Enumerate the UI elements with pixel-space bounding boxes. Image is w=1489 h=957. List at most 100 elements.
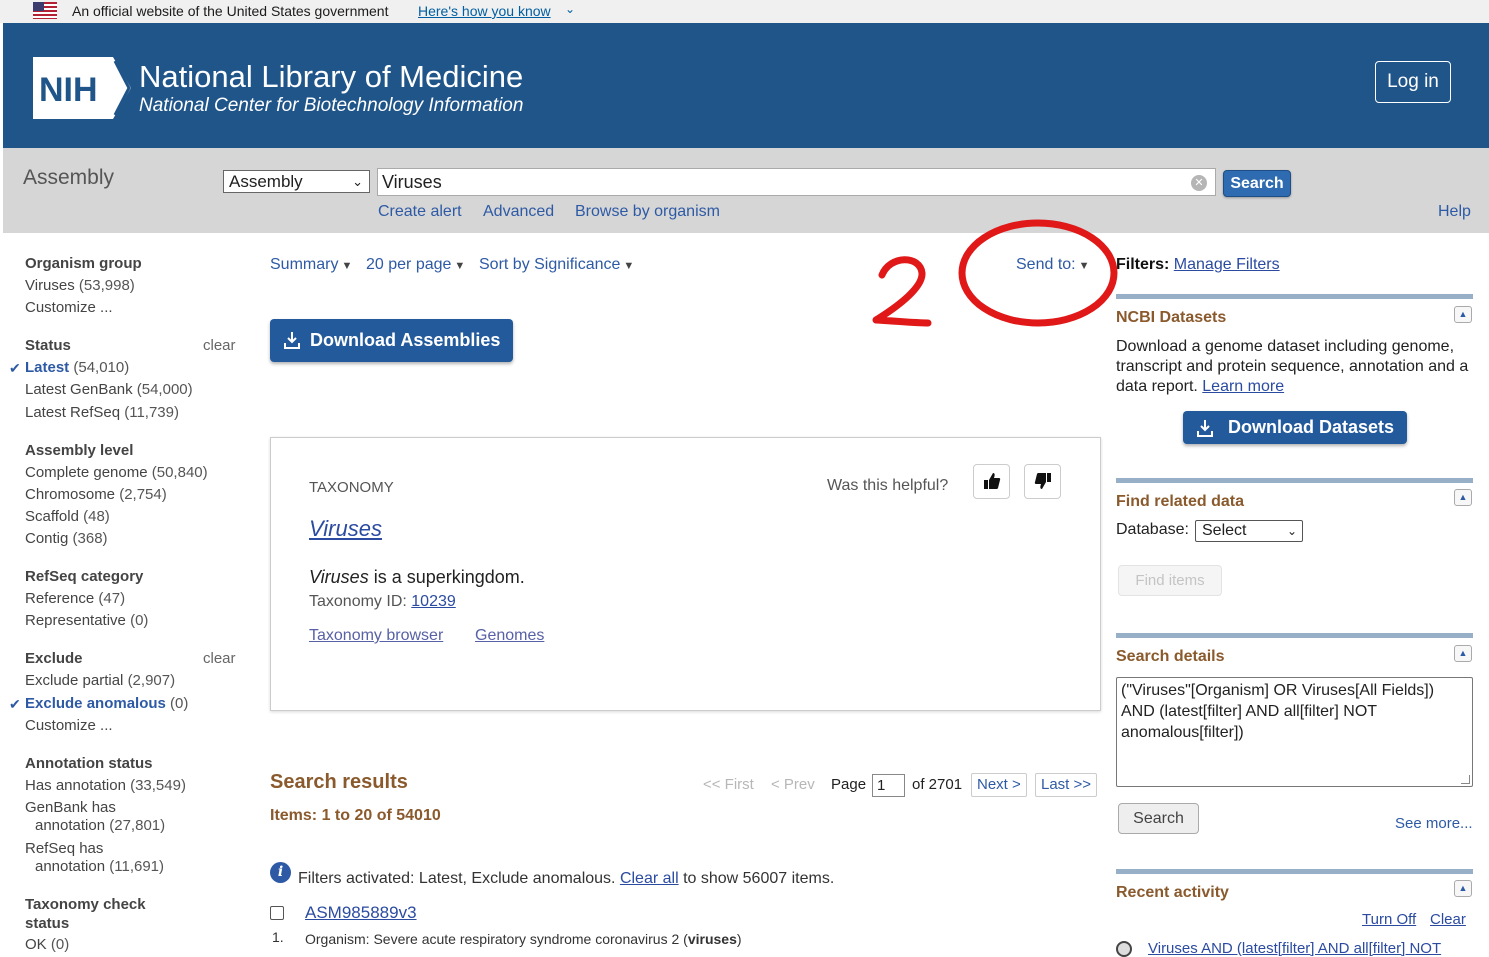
- was-helpful-text: Was this helpful?: [827, 477, 949, 494]
- per-page-menu[interactable]: 20 per page ▼: [366, 256, 465, 274]
- facet-item-genbank-has-annotation-line2[interactable]: annotation (27,801): [35, 817, 165, 834]
- site-subtitle: National Center for Biotechnology Inform…: [139, 95, 524, 116]
- us-flag-icon: [33, 2, 57, 19]
- send-to-menu[interactable]: Send to: ▼: [1016, 256, 1090, 274]
- clear-recent-link[interactable]: Clear: [1430, 911, 1466, 928]
- facet-item-refseq-has-annotation-line2[interactable]: annotation (11,691): [35, 858, 164, 875]
- facet-item-latest[interactable]: Latest (54,010): [25, 359, 129, 376]
- recent-activity-title: Recent activity: [1116, 884, 1229, 901]
- info-icon: i: [270, 862, 291, 883]
- taxonomy-label: TAXONOMY: [309, 479, 394, 496]
- resize-grip-icon[interactable]: [1461, 775, 1470, 784]
- facet-title-taxonomy-check: Taxonomy check: [25, 896, 146, 913]
- annotation-number-two: [872, 256, 932, 327]
- taxonomy-description: Viruses is a superkingdom.: [309, 567, 525, 587]
- download-icon: [284, 332, 300, 349]
- search-button[interactable]: Search: [1223, 170, 1291, 197]
- clear-search-icon[interactable]: ✕: [1191, 175, 1207, 191]
- database-select[interactable]: Assembly ⌄: [223, 170, 370, 193]
- taxonomy-browser-link[interactable]: Taxonomy browser: [309, 627, 443, 645]
- advanced-search-link[interactable]: Advanced: [483, 203, 554, 221]
- facet-item-latest-genbank[interactable]: Latest GenBank (54,000): [25, 381, 193, 398]
- facet-customize-exclude[interactable]: Customize ...: [25, 717, 113, 734]
- facet-title-annotation-status: Annotation status: [25, 755, 153, 772]
- last-page-link[interactable]: Last >>: [1035, 773, 1098, 797]
- collapse-toggle-icon[interactable]: ▲: [1454, 645, 1472, 662]
- browse-by-organism-link[interactable]: Browse by organism: [575, 203, 720, 221]
- find-related-data-title: Find related data: [1116, 493, 1245, 510]
- related-database-value: Select: [1202, 522, 1247, 539]
- search-details-button[interactable]: Search: [1118, 803, 1199, 834]
- facet-item-viruses[interactable]: Viruses (53,998): [25, 277, 135, 294]
- page-number-input[interactable]: 1: [872, 774, 905, 797]
- login-button[interactable]: Log in: [1375, 61, 1451, 103]
- taxonomy-card: TAXONOMY Was this helpful? Viruses Virus…: [270, 437, 1101, 711]
- facet-item-exclude-partial[interactable]: Exclude partial (2,907): [25, 672, 175, 689]
- facet-item-complete-genome[interactable]: Complete genome (50,840): [25, 464, 208, 481]
- find-items-button: Find items: [1118, 565, 1222, 596]
- facet-title-assembly-level: Assembly level: [25, 442, 134, 459]
- next-page-link[interactable]: Next >: [971, 773, 1027, 797]
- create-alert-link[interactable]: Create alert: [378, 203, 462, 221]
- taxonomy-name-link[interactable]: Viruses: [309, 516, 382, 542]
- checkmark-icon: ✔: [9, 360, 21, 376]
- thumbs-down-button[interactable]: [1024, 464, 1061, 499]
- turn-off-link[interactable]: Turn Off: [1362, 911, 1416, 928]
- facet-item-exclude-anomalous[interactable]: Exclude anomalous (0): [25, 695, 188, 712]
- chevron-down-icon[interactable]: ⌄: [565, 2, 575, 16]
- thumbs-up-button[interactable]: [973, 464, 1010, 499]
- help-link[interactable]: Help: [1438, 203, 1471, 221]
- related-database-select[interactable]: Select ⌄: [1195, 520, 1303, 542]
- collapse-toggle-icon[interactable]: ▲: [1454, 489, 1472, 506]
- heres-how-you-know-link[interactable]: Here's how you know: [418, 3, 551, 19]
- facet-item-representative[interactable]: Representative (0): [25, 612, 148, 629]
- section-divider: [1116, 633, 1473, 638]
- result-title-link[interactable]: ASM985889v3: [305, 903, 417, 923]
- nih-logo[interactable]: NIH: [33, 57, 131, 119]
- facet-customize-organism[interactable]: Customize ...: [25, 299, 113, 316]
- facet-title-exclude: Exclude: [25, 650, 83, 667]
- download-assemblies-label: Download Assemblies: [310, 330, 501, 350]
- search-bar: Assembly Assembly ⌄ Viruses ✕ Search Cre…: [3, 148, 1489, 233]
- download-assemblies-button[interactable]: Download Assemblies: [270, 319, 513, 362]
- chevron-down-icon: ⌄: [1286, 524, 1297, 538]
- facet-item-refseq-has-annotation[interactable]: RefSeq has: [25, 840, 103, 857]
- see-more-link[interactable]: See more...: [1395, 815, 1473, 832]
- download-datasets-button[interactable]: Download Datasets: [1183, 411, 1407, 444]
- download-datasets-label: Download Datasets: [1228, 417, 1395, 437]
- ncbi-datasets-text: Download a genome dataset including geno…: [1116, 338, 1469, 395]
- facet-item-latest-refseq[interactable]: Latest RefSeq (11,739): [25, 404, 179, 421]
- filters-activated-message: Filters activated: Latest, Exclude anoma…: [298, 870, 835, 887]
- facet-item-chromosome[interactable]: Chromosome (2,754): [25, 486, 167, 503]
- genomes-link[interactable]: Genomes: [475, 627, 544, 645]
- facet-title-taxonomy-check-line2: status: [25, 915, 70, 932]
- facet-item-ok[interactable]: OK (0): [25, 936, 69, 953]
- caret-down-icon: ▼: [1078, 260, 1090, 272]
- site-title[interactable]: National Library of Medicine: [139, 59, 523, 95]
- database-title: Assembly: [23, 166, 115, 189]
- search-input[interactable]: Viruses ✕: [377, 168, 1216, 196]
- clear-all-filters-link[interactable]: Clear all: [620, 870, 679, 887]
- collapse-toggle-icon[interactable]: ▲: [1454, 306, 1472, 323]
- facet-item-reference[interactable]: Reference (47): [25, 590, 125, 607]
- search-details-textarea[interactable]: ("Viruses"[Organism] OR Viruses[All Fiel…: [1116, 677, 1473, 787]
- summary-format-menu[interactable]: Summary ▼: [270, 256, 352, 274]
- facet-item-genbank-has-annotation[interactable]: GenBank has: [25, 799, 116, 816]
- collapse-toggle-icon[interactable]: ▲: [1454, 880, 1472, 897]
- facet-item-has-annotation[interactable]: Has annotation (33,549): [25, 777, 186, 794]
- facet-title-status: Status: [25, 337, 71, 354]
- sort-menu[interactable]: Sort by Significance ▼: [479, 256, 634, 274]
- learn-more-link[interactable]: Learn more: [1202, 378, 1284, 395]
- taxonomy-id-link[interactable]: 10239: [411, 593, 456, 610]
- facet-item-scaffold[interactable]: Scaffold (48): [25, 508, 110, 525]
- result-checkbox[interactable]: [270, 906, 284, 920]
- facet-clear-status[interactable]: clear: [203, 337, 236, 354]
- search-input-value: Viruses: [382, 172, 442, 192]
- recent-activity-item[interactable]: Viruses AND (latest[filter] AND all[filt…: [1148, 940, 1441, 957]
- facet-title-organism-group: Organism group: [25, 255, 142, 272]
- manage-filters-link[interactable]: Manage Filters: [1174, 256, 1280, 273]
- caret-down-icon: ▼: [341, 260, 353, 272]
- total-pages: of 2701: [912, 776, 963, 793]
- facet-clear-exclude[interactable]: clear: [203, 650, 236, 667]
- facet-item-contig[interactable]: Contig (368): [25, 530, 108, 547]
